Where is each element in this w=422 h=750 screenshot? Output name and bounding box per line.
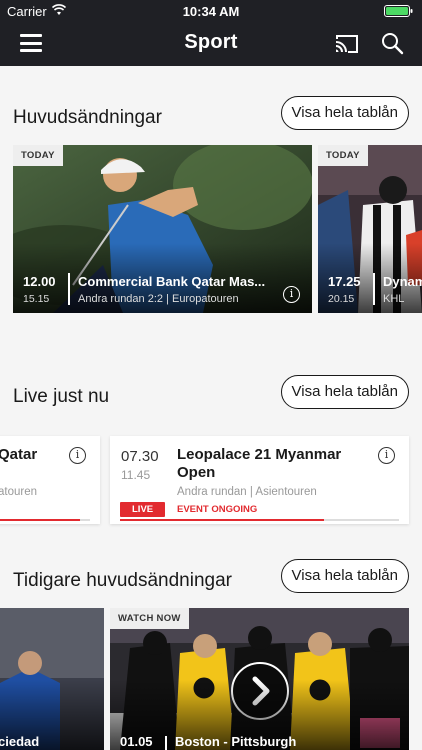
- earlier-tile[interactable]: ciedad: [0, 608, 104, 750]
- tile-divider: [373, 273, 375, 305]
- info-icon[interactable]: i: [283, 286, 300, 303]
- top-bar: Carrier 10:34 AM Sport: [0, 0, 422, 66]
- tile-start-time: 17.25: [328, 274, 361, 289]
- tile-subtitle: KHL: [383, 293, 405, 305]
- live-card-title: Leopalace 21 Myanmar Open: [177, 446, 342, 481]
- tile-title: Dynam: [383, 274, 422, 289]
- tile-divider: [68, 273, 70, 305]
- tile-title: Boston - Pittsburgh: [175, 734, 297, 749]
- cast-icon[interactable]: [334, 33, 360, 55]
- battery-icon: [384, 5, 413, 17]
- tile-title: Commercial Bank Qatar Mas...: [78, 274, 266, 289]
- search-icon[interactable]: [380, 31, 404, 55]
- info-icon[interactable]: i: [69, 447, 86, 464]
- status-bar: Carrier 10:34 AM: [0, 0, 422, 22]
- progress-bar: [120, 519, 399, 521]
- tile-end-time: 20.15: [328, 293, 355, 305]
- progress-fill: [0, 519, 80, 521]
- progress-bar: [0, 519, 90, 521]
- event-state: ONGOING: [211, 504, 258, 515]
- live-badge: LIVE: [120, 502, 166, 517]
- live-card-end-time: 11.45: [121, 468, 151, 482]
- tile-tag: WATCH NOW: [110, 608, 189, 629]
- progress-fill: [120, 519, 324, 521]
- show-schedule-button[interactable]: Visa hela tablån: [280, 96, 409, 130]
- event-status: EVENT ONGOING: [177, 504, 257, 515]
- section-title-highlights: Huvudsändningar: [13, 107, 162, 128]
- tile-tag: TODAY: [318, 145, 368, 166]
- show-schedule-button[interactable]: Visa hela tablån: [280, 559, 409, 593]
- event-label: EVENT: [177, 504, 209, 515]
- highlight-tile[interactable]: TODAY 12.00 15.15 Commercial Bank Qatar …: [13, 145, 312, 313]
- live-card-subtitle: Andra rundan | Asientouren: [177, 486, 317, 498]
- tile-title: ciedad: [0, 734, 40, 749]
- tile-start-time: 01.05: [120, 734, 153, 749]
- tile-start-time: 12.00: [23, 274, 56, 289]
- section-title-live: Live just nu: [13, 386, 110, 407]
- highlight-tile[interactable]: TODAY 17.25 20.15 Dynam KHL: [318, 145, 422, 313]
- earlier-tile[interactable]: WATCH NOW 01.05 Boston - Pittsburgh: [110, 608, 409, 750]
- tile-end-time: 15.15: [23, 293, 50, 305]
- tile-subtitle: Andra rundan 2:2 | Europatouren: [78, 293, 239, 305]
- info-icon[interactable]: i: [378, 447, 395, 464]
- show-schedule-button[interactable]: Visa hela tablån: [280, 375, 409, 409]
- live-card-start-time: 07.30: [121, 448, 159, 465]
- section-title-earlier: Tidigare huvudsändningar: [13, 570, 233, 591]
- live-card[interactable]: Qatar atouren i: [0, 436, 100, 524]
- live-card[interactable]: 07.30 11.45 Leopalace 21 Myanmar Open An…: [110, 436, 409, 524]
- tile-tag: TODAY: [13, 145, 63, 166]
- tile-divider: [165, 736, 167, 750]
- live-card-subtitle: atouren: [0, 486, 38, 498]
- status-time: 10:34 AM: [182, 4, 240, 19]
